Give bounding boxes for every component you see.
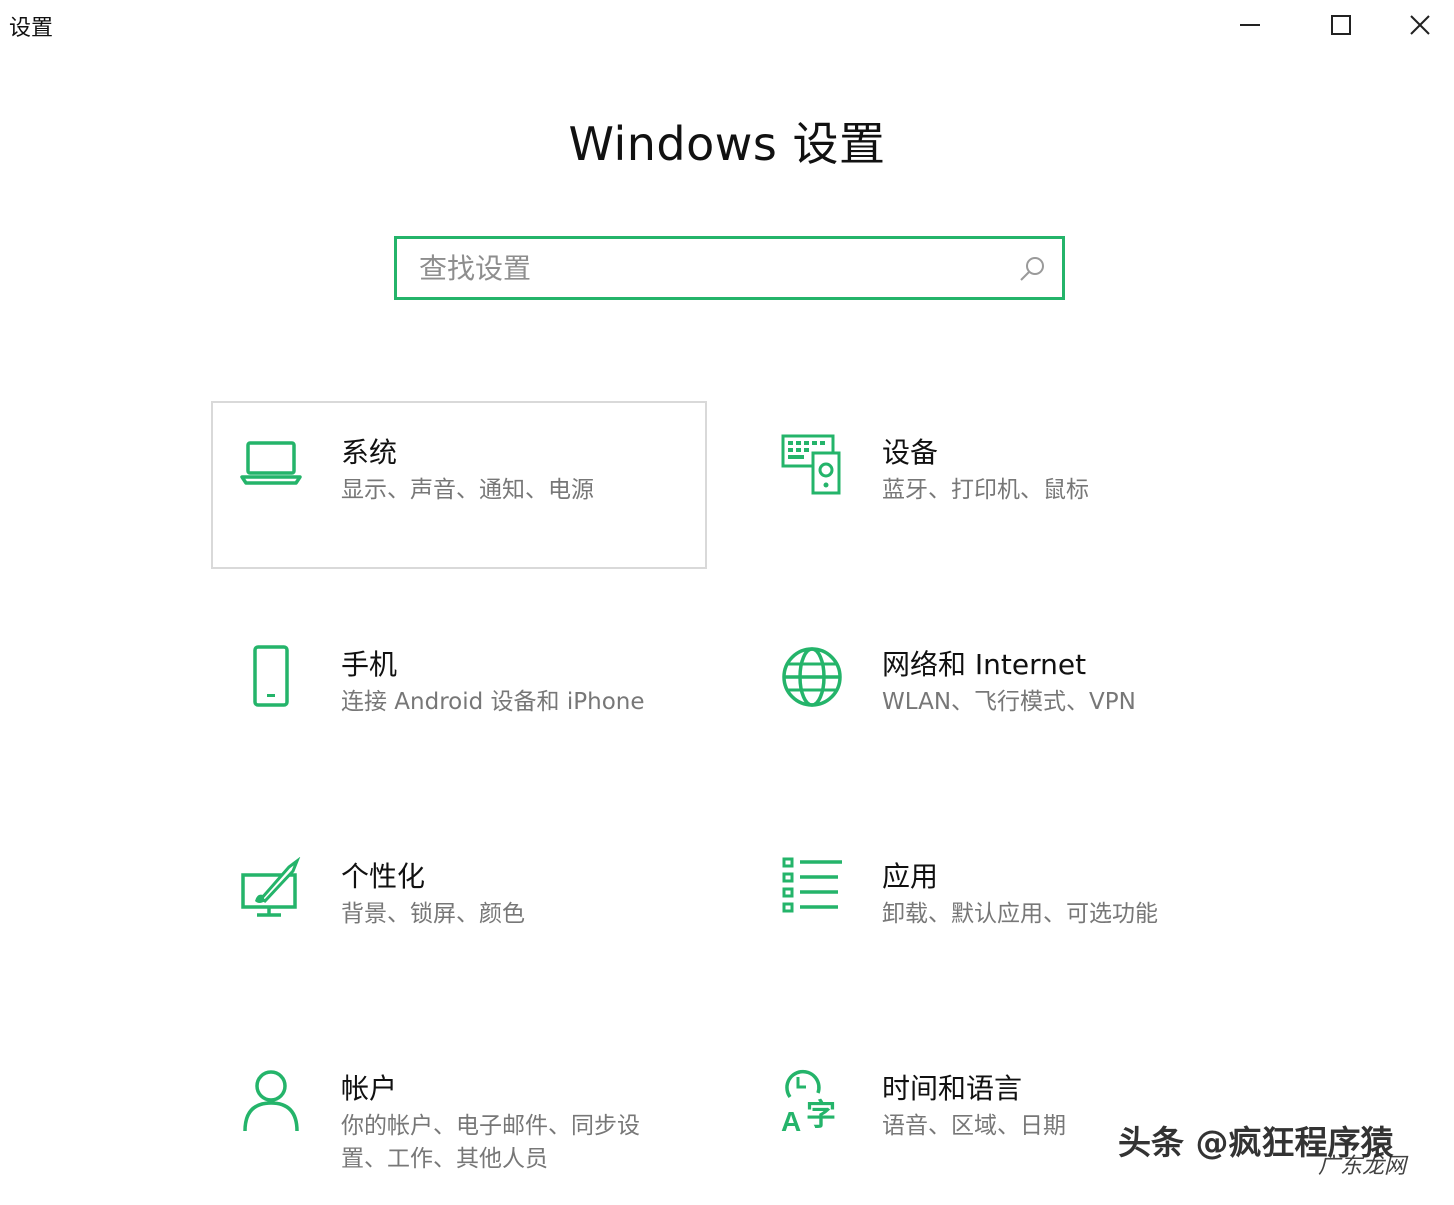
tile-description: 你的帐户、电子邮件、同步设置、工作、其他人员 <box>341 1113 640 1172</box>
tile-phone[interactable]: 手机 连接 Android 设备和 iPhone <box>211 613 707 781</box>
tile-description: 背景、锁屏、颜色 <box>341 901 525 927</box>
tile-title: 系统 <box>341 436 398 469</box>
tile-title: 时间和语言 <box>882 1072 1023 1105</box>
window-title: 设置 <box>9 16 54 41</box>
tile-title: 网络和 Internet <box>882 648 1087 681</box>
tile-title: 手机 <box>341 648 398 681</box>
time-language-icon: A 字 <box>781 1069 836 1133</box>
apps-list-icon <box>782 857 842 913</box>
phone-icon <box>253 645 289 707</box>
tile-description: 连接 Android 设备和 iPhone <box>341 689 645 715</box>
search-icon[interactable] <box>1018 255 1046 283</box>
globe-icon <box>782 647 842 707</box>
search-box[interactable] <box>394 236 1065 300</box>
tile-title: 个性化 <box>341 860 426 893</box>
title-bar: 设置 <box>0 0 1454 50</box>
devices-icon <box>781 434 841 495</box>
watermark-subtext: 广东龙网 <box>1318 1154 1407 1179</box>
tile-network-internet[interactable]: 网络和 Internet WLAN、飞行模式、VPN <box>752 613 1248 781</box>
tile-title: 设备 <box>882 436 939 469</box>
search-input[interactable] <box>397 239 1029 297</box>
tile-system[interactable]: 系统 显示、声音、通知、电源 <box>211 401 707 569</box>
tile-description: 显示、声音、通知、电源 <box>341 477 594 503</box>
minimize-icon <box>1240 24 1260 26</box>
tile-title: 帐户 <box>341 1072 398 1105</box>
close-button[interactable] <box>1386 0 1454 50</box>
laptop-icon <box>240 441 302 485</box>
tile-apps[interactable]: 应用 卸载、默认应用、可选功能 <box>752 825 1248 993</box>
svg-text:A: A <box>781 1106 801 1133</box>
maximize-button[interactable] <box>1296 0 1386 50</box>
maximize-icon <box>1331 15 1351 35</box>
tile-description: 蓝牙、打印机、鼠标 <box>882 477 1089 503</box>
tile-devices[interactable]: 设备 蓝牙、打印机、鼠标 <box>752 401 1248 569</box>
tile-accounts[interactable]: 帐户 你的帐户、电子邮件、同步设置、工作、其他人员 <box>211 1037 707 1205</box>
svg-text:字: 字 <box>806 1098 836 1133</box>
tile-title: 应用 <box>882 860 939 893</box>
tile-description: WLAN、飞行模式、VPN <box>882 689 1136 715</box>
minimize-button[interactable] <box>1205 0 1295 50</box>
tile-description: 卸载、默认应用、可选功能 <box>882 901 1158 927</box>
person-icon <box>243 1070 299 1132</box>
tile-personalization[interactable]: 个性化 背景、锁屏、颜色 <box>211 825 707 993</box>
page-title: Windows 设置 <box>568 117 886 171</box>
close-icon <box>1410 15 1430 35</box>
personalization-icon <box>241 857 301 917</box>
